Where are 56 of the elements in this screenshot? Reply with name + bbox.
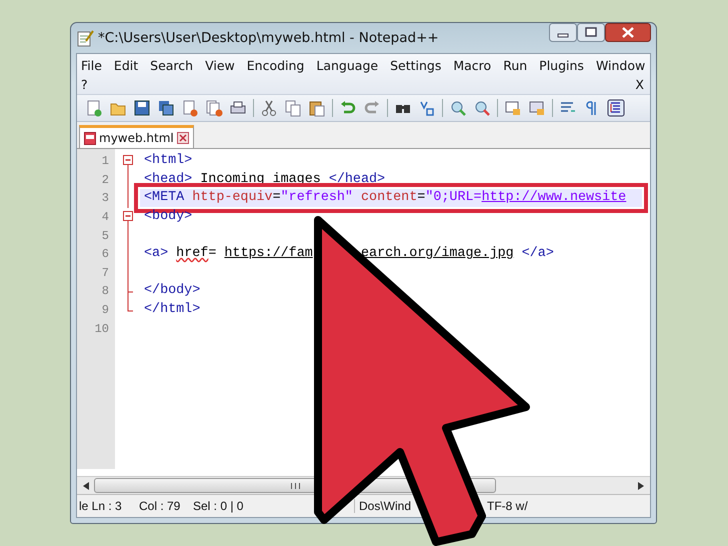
minimize-button[interactable] xyxy=(549,23,577,42)
menu-item[interactable]: Macro xyxy=(453,58,492,73)
menu-item[interactable]: Run xyxy=(503,58,528,73)
scroll-left-icon[interactable] xyxy=(83,482,89,490)
status-text: Sel : 0 | 0 xyxy=(192,499,244,513)
menu-item[interactable]: ? xyxy=(81,77,88,92)
menu-item[interactable]: Settings xyxy=(390,58,442,73)
new-document-icon[interactable] xyxy=(85,99,103,117)
notepad-app-icon xyxy=(76,29,94,47)
document-close-icon[interactable] xyxy=(181,99,199,117)
line-number: 10 xyxy=(94,322,109,336)
menu-item[interactable]: Window xyxy=(596,58,646,73)
magnifier-plus-icon[interactable] xyxy=(449,99,467,117)
line-number: 1 xyxy=(100,154,109,168)
scroll-right-icon[interactable] xyxy=(638,482,644,490)
menu-item[interactable]: Edit xyxy=(114,58,138,73)
close-button[interactable] xyxy=(605,23,651,42)
line-number: 4 xyxy=(100,210,109,224)
code-line: <head> Incoming images </head> xyxy=(143,170,386,189)
scissors-icon[interactable] xyxy=(260,99,278,117)
file-icon xyxy=(84,132,96,144)
code-line: <body> xyxy=(143,208,194,226)
status-text: TF-8 w/ xyxy=(486,499,529,513)
menu-item[interactable]: Encoding xyxy=(246,58,304,73)
line-number: 7 xyxy=(100,266,109,280)
close-tab-icon[interactable] xyxy=(176,132,189,144)
line-number: 8 xyxy=(100,284,109,298)
status-text: Col : 79 xyxy=(138,499,182,513)
document-tab[interactable]: myweb.html xyxy=(79,125,194,148)
copy-icon[interactable] xyxy=(284,99,302,117)
replace-letters-icon[interactable] xyxy=(418,99,436,117)
line-number: 6 xyxy=(100,247,109,262)
line-number: 2 xyxy=(100,172,109,187)
status-text: le Ln : 3 xyxy=(78,499,123,513)
clipboard-icon[interactable] xyxy=(308,99,326,117)
window-title: *C:\Users\User\Desktop\myweb.html - Notepad++ xyxy=(98,30,440,46)
code-line: </html> xyxy=(143,301,202,320)
magnifier-minus-icon[interactable] xyxy=(473,99,491,117)
floppy-disks-icon[interactable] xyxy=(157,99,175,117)
menu-item[interactable]: Search xyxy=(150,58,194,73)
code-line: <html> xyxy=(143,152,194,170)
line-number: 3 xyxy=(100,191,109,206)
code-line: </body> xyxy=(143,282,202,300)
window-lock-icon[interactable] xyxy=(504,99,522,117)
menu-item[interactable]: View xyxy=(205,58,235,73)
documents-close-icon[interactable] xyxy=(205,99,223,117)
code-line: <a> href= https://fam earch.org/image.jpg </a> xyxy=(143,245,555,264)
window-lock-icon[interactable] xyxy=(528,99,546,117)
indent-guide-icon[interactable] xyxy=(607,99,625,117)
close-document-button[interactable]: X xyxy=(635,77,644,92)
line-number: 5 xyxy=(100,228,109,243)
line-number: 9 xyxy=(100,303,109,318)
maximize-button[interactable] xyxy=(577,23,605,42)
menu-item[interactable]: File xyxy=(81,58,102,73)
menu-item[interactable]: Plugins xyxy=(539,58,584,73)
menu-item[interactable]: Language xyxy=(316,58,378,73)
